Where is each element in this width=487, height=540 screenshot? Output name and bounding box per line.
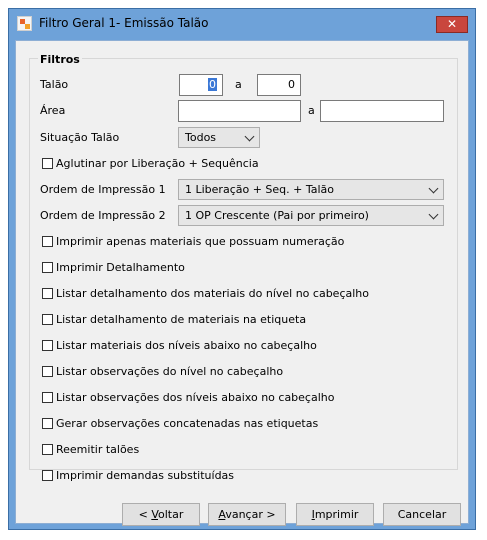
option-label: Listar observações do nível no cabeçalho	[56, 365, 284, 378]
talao-to-input[interactable]: 0	[257, 74, 301, 96]
situacao-select[interactable]: Todos	[178, 127, 260, 148]
dialog-window: Filtro Geral 1- Emissão Talão ✕ Filtros …	[8, 8, 476, 530]
area-label: Área	[40, 104, 66, 117]
chevron-down-icon	[244, 131, 255, 142]
option-label: Gerar observações concatenadas nas etiqu…	[56, 417, 319, 430]
cancel-button[interactable]: Cancelar	[383, 503, 461, 526]
close-button[interactable]: ✕	[436, 16, 468, 33]
option-checkbox[interactable]: Imprimir apenas materiais que possuam nu…	[42, 235, 344, 249]
aglutinar-label: Aglutinar por Liberação + Sequência	[56, 157, 259, 170]
option-checkbox[interactable]: Imprimir Detalhamento	[42, 261, 185, 275]
option-checkbox[interactable]: Listar observações do nível no cabeçalho	[42, 365, 283, 379]
option-label: Listar detalhamento de materiais na etiq…	[56, 313, 307, 326]
checkbox-box[interactable]	[42, 392, 53, 403]
ordem1-value: 1 Liberação + Seq. + Talão	[185, 183, 335, 196]
talao-label: Talão	[40, 78, 69, 91]
checkbox-box[interactable]	[42, 236, 53, 247]
checkbox-box[interactable]	[42, 470, 53, 481]
situacao-value: Todos	[185, 131, 217, 144]
checkbox-box[interactable]	[42, 314, 53, 325]
option-checkbox[interactable]: Listar detalhamento dos materiais do nív…	[42, 287, 369, 301]
option-label: Imprimir Detalhamento	[56, 261, 185, 274]
checkbox-box[interactable]	[42, 288, 53, 299]
title-bar[interactable]: Filtro Geral 1- Emissão Talão ✕	[9, 9, 475, 37]
print-button[interactable]: Imprimir	[296, 503, 374, 526]
talao-range-separator: a	[235, 78, 242, 91]
checkbox-box[interactable]	[42, 366, 53, 377]
option-checkbox[interactable]: Gerar observações concatenadas nas etiqu…	[42, 417, 318, 431]
ordem2-label: Ordem de Impressão 2	[40, 209, 166, 222]
option-checkbox[interactable]: Listar observações dos níveis abaixo no …	[42, 391, 334, 405]
option-label: Listar observações dos níveis abaixo no …	[56, 391, 335, 404]
option-label: Imprimir demandas substituídas	[56, 469, 235, 482]
checkbox-box[interactable]	[42, 158, 53, 169]
option-checkbox[interactable]: Imprimir demandas substituídas	[42, 469, 234, 483]
app-logo-icon	[17, 16, 32, 31]
situacao-label: Situação Talão	[40, 131, 120, 144]
back-button[interactable]: < Voltar	[122, 503, 200, 526]
ordem1-label: Ordem de Impressão 1	[40, 183, 166, 196]
checkbox-box[interactable]	[42, 340, 53, 351]
dialog-body: Filtros Talão 0 a 0 Área a Situação Talã…	[15, 40, 469, 526]
option-checkbox[interactable]: Listar detalhamento de materiais na etiq…	[42, 313, 306, 327]
option-checkbox[interactable]: Listar materiais dos níveis abaixo no ca…	[42, 339, 317, 353]
area-to-input[interactable]	[320, 100, 444, 122]
filters-group-title: Filtros	[38, 53, 82, 66]
option-label: Listar detalhamento dos materiais do nív…	[56, 287, 369, 300]
next-button[interactable]: Avançar >	[208, 503, 286, 526]
chevron-down-icon	[428, 183, 439, 194]
area-from-input[interactable]	[178, 100, 301, 122]
chevron-down-icon	[428, 209, 439, 220]
ordem2-select[interactable]: 1 OP Crescente (Pai por primeiro)	[178, 205, 444, 226]
ordem2-value: 1 OP Crescente (Pai por primeiro)	[185, 209, 369, 222]
ordem1-select[interactable]: 1 Liberação + Seq. + Talão	[178, 179, 444, 200]
option-label: Reemitir talões	[56, 443, 140, 456]
option-label: Listar materiais dos níveis abaixo no ca…	[56, 339, 317, 352]
aglutinar-checkbox[interactable]: Aglutinar por Liberação + Sequência	[42, 157, 259, 171]
window-title: Filtro Geral 1- Emissão Talão	[39, 16, 209, 30]
checkbox-box[interactable]	[42, 262, 53, 273]
checkbox-box[interactable]	[42, 418, 53, 429]
area-range-separator: a	[308, 104, 315, 117]
checkbox-box[interactable]	[42, 444, 53, 455]
talao-from-input[interactable]: 0	[179, 74, 223, 96]
option-checkbox[interactable]: Reemitir talões	[42, 443, 139, 457]
option-label: Imprimir apenas materiais que possuam nu…	[56, 235, 345, 248]
